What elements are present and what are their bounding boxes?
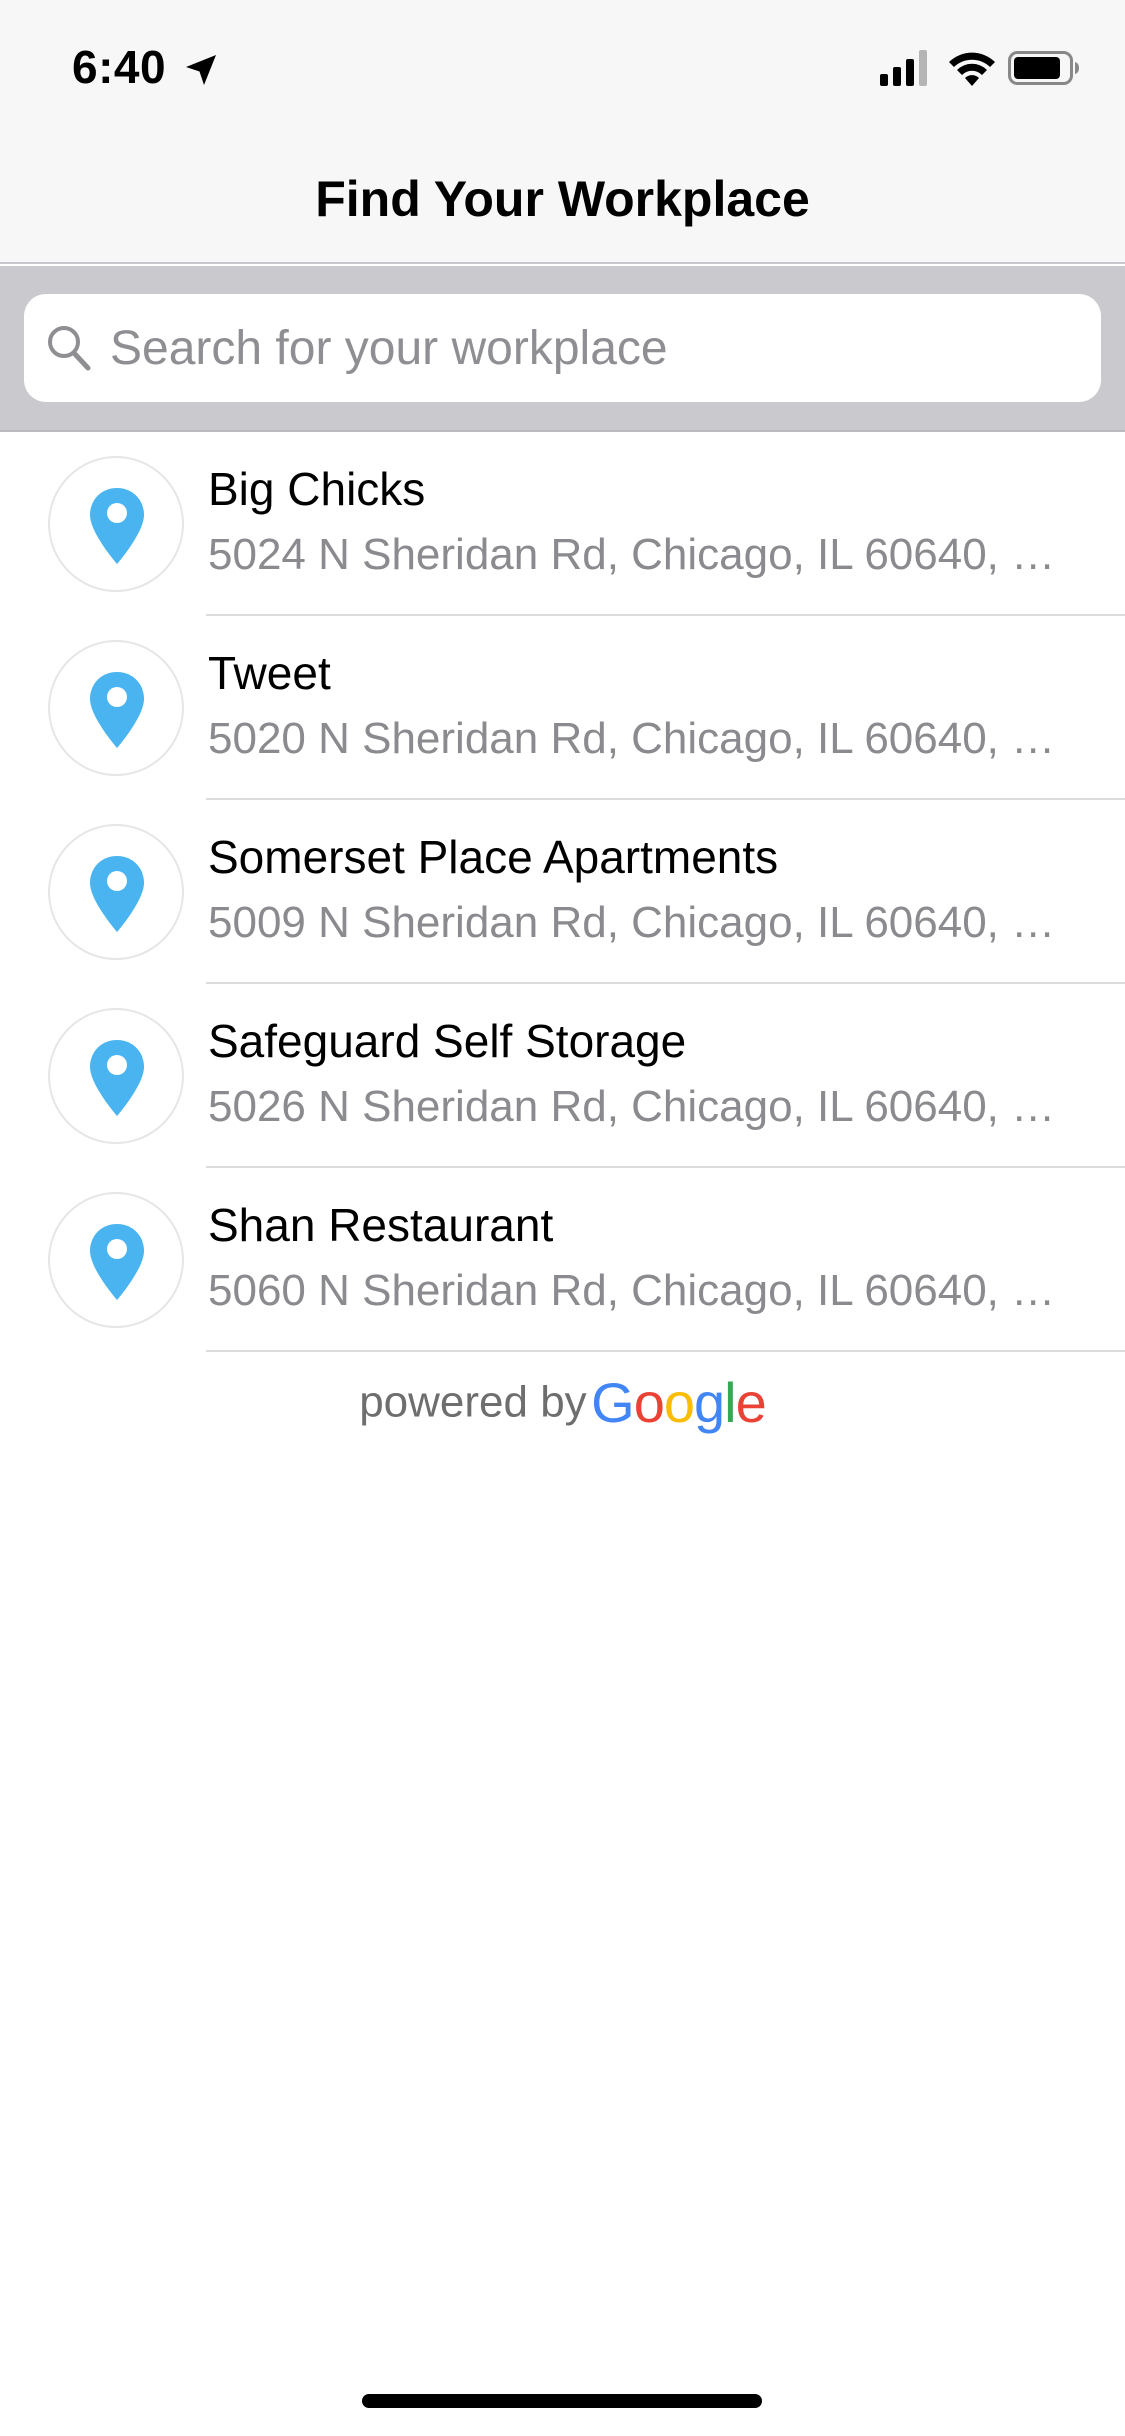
google-logo-letter: o [633,1371,665,1434]
list-item[interactable]: Big Chicks 5024 N Sheridan Rd, Chicago, I… [0,432,1125,616]
page-title: Find Your Workplace [315,171,810,227]
google-logo-letter: g [694,1371,725,1434]
pin-badge [48,1192,184,1328]
location-arrow-icon [186,55,216,85]
battery-icon [1008,51,1079,85]
place-address: 5060 N Sheridan Rd, Chicago, IL 60640, U… [208,1266,1074,1315]
pin-badge [48,456,184,592]
google-logo: Google [591,1371,767,1434]
list-item[interactable]: Safeguard Self Storage 5026 N Sheridan Rd… [0,984,1125,1168]
place-name: Big Chicks [208,463,426,515]
pin-badge [48,640,184,776]
map-pin-icon [90,488,144,564]
powered-by-text: powered by [359,1377,587,1427]
google-logo-letter: o [663,1371,695,1434]
map-pin-icon [90,672,144,748]
wifi-icon [949,52,995,86]
place-name: Somerset Place Apartments [208,831,779,883]
map-pin-icon [90,1224,144,1300]
cellular-signal-icon [880,50,927,86]
pin-badge [48,824,184,960]
search-bar-container [0,266,1125,432]
results-list: Big Chicks 5024 N Sheridan Rd, Chicago, I… [0,432,1125,1352]
place-name: Tweet [208,647,331,699]
list-item[interactable]: Somerset Place Apartments 5009 N Sheridan… [0,800,1125,984]
list-item[interactable]: Tweet 5020 N Sheridan Rd, Chicago, IL 606… [0,616,1125,800]
divider [206,1350,1125,1352]
status-bar: 6:40 [0,0,1125,132]
place-address: 5024 N Sheridan Rd, Chicago, IL 60640, U… [208,530,1074,579]
home-indicator[interactable] [362,2394,762,2408]
search-input[interactable] [110,308,1070,388]
map-pin-icon [90,1040,144,1116]
place-address: 5009 N Sheridan Rd, Chicago, IL 60640, U… [208,898,1074,947]
place-address: 5026 N Sheridan Rd, Chicago, IL 60640, U… [208,1082,1074,1131]
google-logo-letter: l [724,1371,736,1434]
place-name: Shan Restaurant [208,1199,554,1251]
status-time: 6:40 [72,41,167,93]
place-address: 5020 N Sheridan Rd, Chicago, IL 60640, U… [208,714,1074,763]
search-box[interactable] [24,294,1101,402]
list-item[interactable]: Shan Restaurant 5060 N Sheridan Rd, Chica… [0,1168,1125,1352]
google-logo-letter: G [591,1371,635,1434]
place-name: Safeguard Self Storage [208,1015,687,1067]
google-logo-letter: e [735,1371,767,1434]
pin-badge [48,1008,184,1144]
powered-by-google: powered by Google [0,1370,1125,1435]
navigation-bar: Find Your Workplace [0,132,1125,264]
search-icon [48,326,91,371]
map-pin-icon [90,856,144,932]
